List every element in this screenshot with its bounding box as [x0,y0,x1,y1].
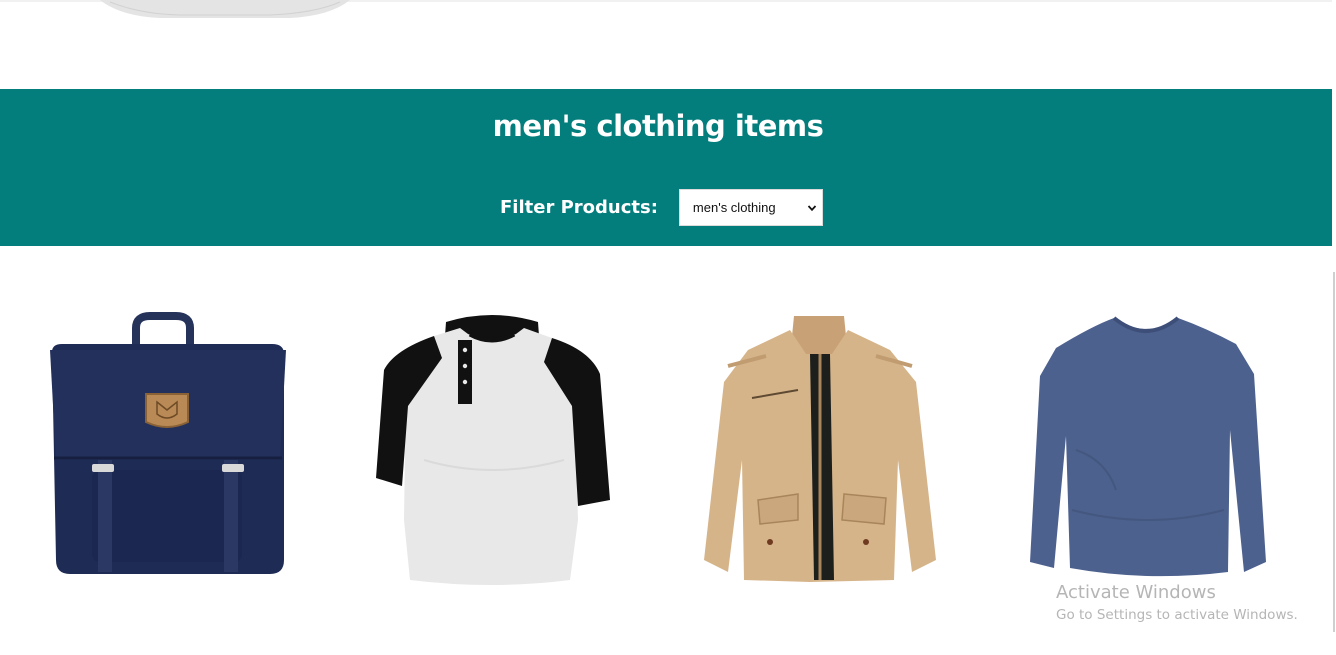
watermark-title: Activate Windows [1056,582,1216,603]
scrollbar[interactable] [1333,272,1335,632]
product-card-henley-shirt[interactable] [364,310,624,585]
category-banner: men's clothing items Filter Products: me… [0,89,1332,246]
filter-label: Filter Products: [500,196,658,218]
previous-product-image [100,0,350,18]
blue-long-sleeve-shirt-image [1030,316,1266,577]
previous-section [0,0,1332,89]
watermark-subtitle: Go to Settings to activate Windows. [1056,607,1298,623]
beige-jacket-image [704,316,936,582]
filter-selected-value: men's clothing [692,199,776,215]
chevron-down-icon [807,204,817,211]
product-card-backpack[interactable] [40,310,300,585]
backpack-image [50,312,286,574]
raglan-henley-shirt-image [376,315,610,585]
product-card-long-sleeve[interactable] [1016,310,1276,585]
filter-row: Filter Products: men's clothing [500,188,823,226]
product-card-jacket[interactable] [690,310,950,585]
windows-activation-watermark: Activate Windows Go to Settings to activ… [1056,581,1298,625]
product-page: men's clothing items Filter Products: me… [0,0,1336,655]
filter-products-select[interactable]: men's clothing [678,188,823,226]
page-title: men's clothing items [492,109,824,143]
